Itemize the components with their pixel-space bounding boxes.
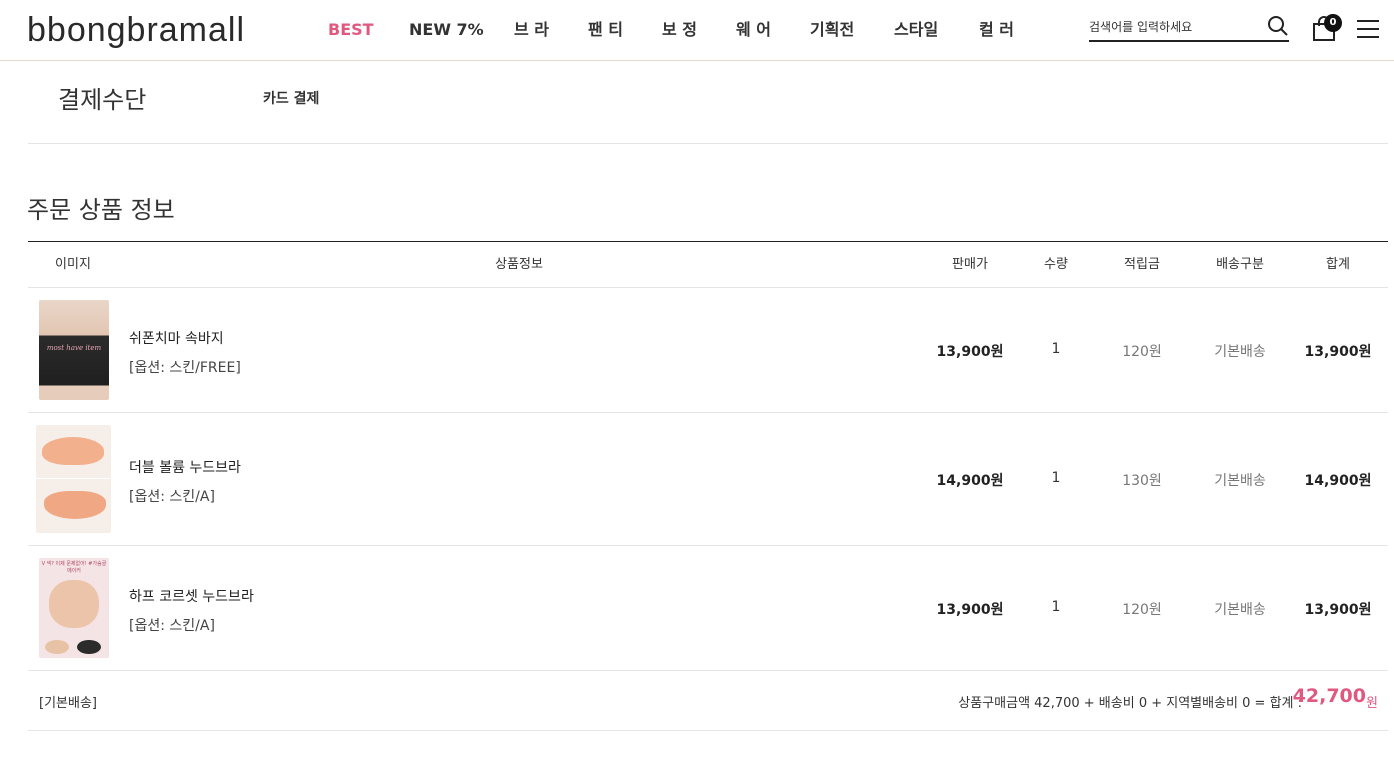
col-info: 상품정보: [495, 257, 543, 272]
product-shipping: 기본배송: [1214, 344, 1266, 360]
nav-item-style[interactable]: 스타일: [894, 18, 938, 42]
nav-item-promotion[interactable]: 기획전: [810, 18, 854, 42]
product-total: 14,900원: [1304, 473, 1372, 489]
product-shipping: 기본배송: [1214, 473, 1266, 489]
search-input[interactable]: [1089, 16, 1259, 38]
col-total: 합계: [1326, 257, 1350, 272]
product-thumbnail[interactable]: [36, 425, 111, 533]
hamburger-menu-icon[interactable]: [1357, 20, 1379, 38]
product-price: 14,900원: [936, 473, 1004, 489]
order-section-title: 주문 상품 정보: [27, 196, 175, 224]
product-shipping: 기본배송: [1214, 602, 1266, 618]
product-points: 120원: [1122, 344, 1162, 360]
shipping-type-label: [기본배송]: [39, 696, 97, 711]
search-icon[interactable]: [1267, 15, 1289, 37]
nav-item-shapewear[interactable]: 보 정: [662, 18, 697, 42]
nav-item-new[interactable]: NEW 7%: [409, 18, 484, 42]
col-shipping: 배송구분: [1216, 257, 1264, 272]
product-points: 130원: [1122, 473, 1162, 489]
col-qty: 수량: [1044, 257, 1068, 272]
product-thumbnail[interactable]: most have item: [39, 300, 109, 400]
table-row: V 넥? 이제 문제없어! #가슴골메이커 하프 코르셋 누드브라 [옵션: 스…: [28, 546, 1388, 671]
product-option: [옵션: 스킨/A]: [129, 618, 215, 634]
payment-method-value: 카드 결제: [263, 91, 320, 107]
section-divider: [28, 143, 1388, 144]
product-price: 13,900원: [936, 344, 1004, 360]
product-qty: 1: [1051, 599, 1061, 615]
product-thumbnail[interactable]: V 넥? 이제 문제없어! #가슴골메이커: [39, 558, 109, 658]
col-image: 이미지: [55, 257, 91, 272]
table-header: 이미지 상품정보 판매가 수량 적립금 배송구분 합계: [28, 242, 1388, 288]
product-qty: 1: [1051, 470, 1061, 486]
product-total: 13,900원: [1304, 344, 1372, 360]
cart-count-badge: 0: [1324, 14, 1342, 32]
summary-total-unit: 원: [1366, 696, 1378, 711]
nav-item-best[interactable]: BEST: [328, 18, 374, 42]
table-row: 더블 볼륨 누드브라 [옵션: 스킨/A] 14,900원 1 130원 기본배…: [28, 413, 1388, 546]
col-points: 적립금: [1124, 257, 1160, 272]
payment-method-label: 결제수단: [58, 86, 147, 114]
search-box: [1089, 14, 1289, 42]
nav-item-panty[interactable]: 팬 티: [588, 18, 623, 42]
product-option: [옵션: 스킨/A]: [129, 489, 215, 505]
site-header: bbongbramall BEST NEW 7% 브 라 팬 티 보 정 웨 어…: [0, 0, 1394, 61]
col-price: 판매가: [952, 257, 988, 272]
product-name[interactable]: 더블 볼륨 누드브라: [129, 457, 241, 477]
order-summary: [기본배송] 상품구매금액 42,700 + 배송비 0 + 지역별배송비 0 …: [28, 671, 1388, 731]
table-row: most have item 쉬폰치마 속바지 [옵션: 스킨/FREE] 13…: [28, 288, 1388, 413]
summary-breakdown: 상품구매금액 42,700 + 배송비 0 + 지역별배송비 0 = 합계 :: [958, 696, 1302, 711]
summary-total-amount: 42,700: [1292, 685, 1366, 707]
nav-item-color[interactable]: 컬 러: [979, 18, 1014, 42]
product-qty: 1: [1051, 341, 1061, 357]
product-name[interactable]: 쉬폰치마 속바지: [129, 328, 224, 348]
nav-item-wear[interactable]: 웨 어: [736, 18, 771, 42]
product-option: [옵션: 스킨/FREE]: [129, 360, 241, 376]
site-logo[interactable]: bbongbramall: [27, 10, 245, 50]
product-price: 13,900원: [936, 602, 1004, 618]
product-total: 13,900원: [1304, 602, 1372, 618]
product-points: 120원: [1122, 602, 1162, 618]
nav-item-bra[interactable]: 브 라: [514, 18, 549, 42]
product-name[interactable]: 하프 코르셋 누드브라: [129, 586, 254, 606]
order-items-table: 이미지 상품정보 판매가 수량 적립금 배송구분 합계 most have it…: [28, 241, 1388, 671]
